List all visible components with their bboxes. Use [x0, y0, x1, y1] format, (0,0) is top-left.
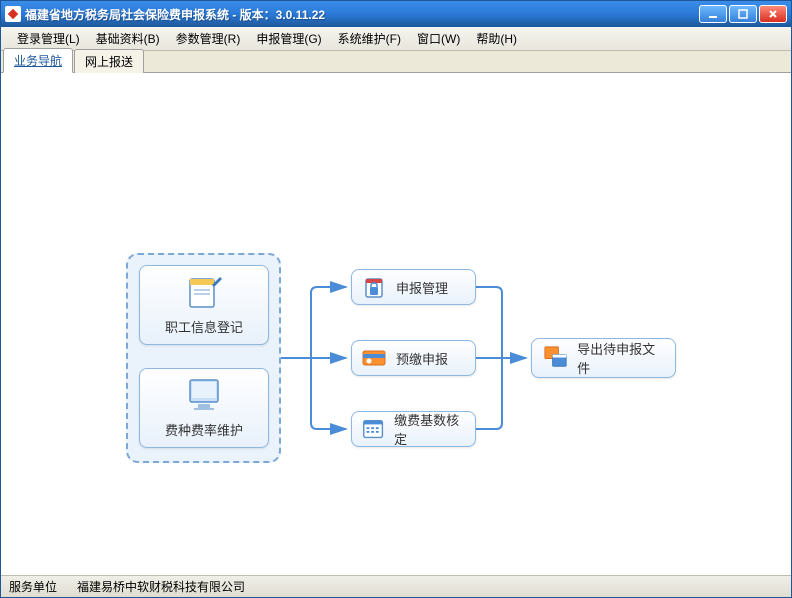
tab-online-submit[interactable]: 网上报送	[74, 49, 144, 73]
window-controls	[699, 5, 787, 23]
export-button[interactable]: 导出待申报文件	[531, 338, 676, 378]
lock-document-icon	[360, 273, 388, 301]
card-icon	[360, 344, 388, 372]
status-company: 福建易桥中软财税科技有限公司	[77, 578, 245, 595]
close-button[interactable]	[759, 5, 787, 23]
export-label: 导出待申报文件	[577, 339, 665, 377]
tab-business-nav[interactable]: 业务导航	[3, 48, 73, 73]
titlebar-text: 福建省地方税务局社会保险费申报系统 - 版本：3.0.11.22	[25, 6, 699, 23]
declare-manage-button[interactable]: 申报管理	[351, 269, 476, 305]
app-window: 福建省地方税务局社会保险费申报系统 - 版本：3.0.11.22 登录管理(L)…	[0, 0, 792, 598]
menubar: 登录管理(L) 基础资料(B) 参数管理(R) 申报管理(G) 系统维护(F) …	[1, 27, 791, 51]
prepay-button[interactable]: 预缴申报	[351, 340, 476, 376]
menu-basic[interactable]: 基础资料(B)	[88, 27, 168, 50]
content-area: 职工信息登记 费种费率维护 申报管理 预缴申报 缴费基数核定	[1, 73, 791, 575]
status-label: 服务单位	[9, 578, 57, 595]
employee-register-button[interactable]: 职工信息登记	[139, 265, 269, 345]
windows-icon	[542, 344, 569, 372]
minimize-button[interactable]	[699, 5, 727, 23]
base-verify-label: 缴费基数核定	[394, 410, 467, 448]
menu-login[interactable]: 登录管理(L)	[9, 27, 88, 50]
base-verify-button[interactable]: 缴费基数核定	[351, 411, 476, 447]
app-icon	[5, 6, 21, 22]
fee-rate-button[interactable]: 费种费率维护	[139, 368, 269, 448]
declare-manage-label: 申报管理	[396, 278, 448, 297]
statusbar: 服务单位 福建易桥中软财税科技有限公司	[1, 575, 791, 597]
fee-rate-label: 费种费率维护	[165, 420, 243, 439]
tabbar: 业务导航 网上报送	[1, 51, 791, 73]
menu-system[interactable]: 系统维护(F)	[330, 27, 409, 50]
menu-declare[interactable]: 申报管理(G)	[248, 27, 329, 50]
menu-help[interactable]: 帮助(H)	[468, 27, 525, 50]
employee-register-label: 职工信息登记	[165, 317, 243, 336]
edit-document-icon	[184, 275, 224, 311]
flow-connectors	[1, 73, 791, 575]
menu-params[interactable]: 参数管理(R)	[168, 27, 249, 50]
prepay-label: 预缴申报	[396, 349, 448, 368]
menu-window[interactable]: 窗口(W)	[409, 27, 468, 50]
monitor-icon	[184, 378, 224, 414]
maximize-button[interactable]	[729, 5, 757, 23]
calendar-icon	[360, 415, 386, 443]
titlebar: 福建省地方税务局社会保险费申报系统 - 版本：3.0.11.22	[1, 1, 791, 27]
